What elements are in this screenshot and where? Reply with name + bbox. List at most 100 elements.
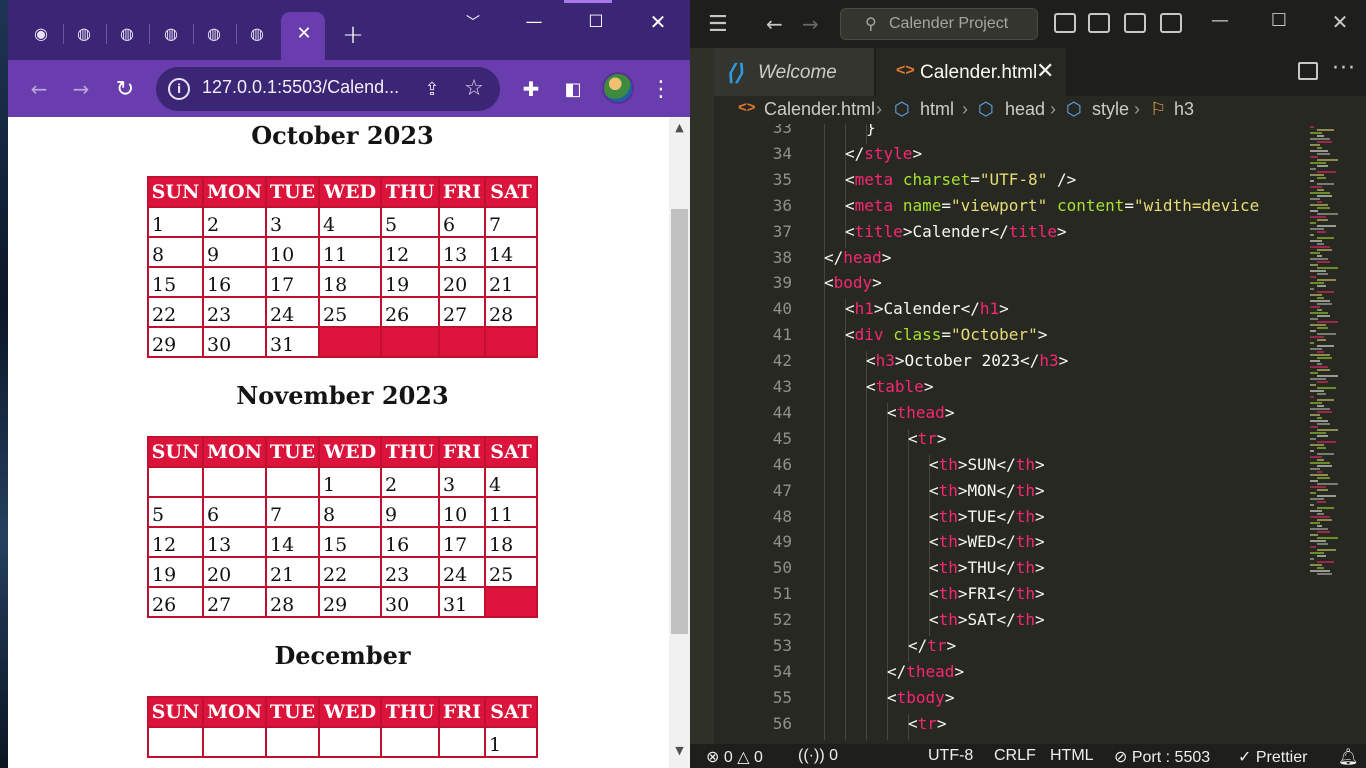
code-line[interactable]: 49 <th>WED</th> — [714, 532, 1324, 559]
toggle-primary-sidebar-icon[interactable] — [1054, 13, 1076, 33]
minimize-icon[interactable]: — — [514, 8, 554, 36]
weekday-header: TUE — [265, 176, 320, 208]
prettier-status[interactable]: ✓ Prettier — [1238, 747, 1307, 767]
code-line[interactable]: 34 </style> — [714, 143, 1324, 170]
tab-search-chevron-icon[interactable]: ﹀ — [453, 8, 493, 36]
code-line[interactable]: 47 <th>MON</th> — [714, 480, 1324, 507]
command-center-search[interactable]: ⚲ Calender Project — [840, 8, 1038, 40]
code-token: head — [843, 247, 882, 267]
tab-welcome[interactable]: ⟨⟩ Welcome — [714, 48, 874, 96]
day-cell: 28 — [265, 586, 320, 618]
code-line[interactable]: 54 </thead> — [714, 661, 1324, 688]
globe-tab-icon[interactable]: ◍ — [116, 22, 138, 44]
indent-guide — [845, 661, 846, 688]
problems-indicator[interactable]: ⊗ 0 △ 0 — [706, 747, 763, 767]
customize-layout-icon[interactable] — [1160, 13, 1182, 33]
code-line[interactable]: 39 <body> — [714, 273, 1324, 300]
scroll-up-arrow-icon[interactable]: ▲ — [673, 121, 686, 134]
forward-arrow-icon[interactable]: → — [66, 74, 96, 104]
close-tab-icon[interactable]: ✕ — [1036, 58, 1054, 84]
code-line[interactable]: 36 <meta name="viewport" content="width=d… — [714, 195, 1324, 222]
code-line[interactable]: 48 <th>TUE</th> — [714, 506, 1324, 533]
back-arrow-icon[interactable]: ← — [24, 74, 54, 104]
info-icon[interactable]: i — [168, 78, 190, 100]
encoding-status[interactable]: UTF-8 — [928, 747, 973, 765]
breadcrumb-item[interactable]: Calender.html — [764, 99, 875, 120]
scrollbar-thumb[interactable] — [671, 209, 688, 634]
code-line[interactable]: 53 </tr> — [714, 636, 1324, 662]
indent-guide — [845, 402, 846, 429]
language-status[interactable]: HTML — [1050, 747, 1094, 765]
toggle-secondary-sidebar-icon[interactable] — [1124, 13, 1146, 33]
more-actions-icon[interactable]: ··· — [1332, 56, 1356, 81]
puzzle-icon[interactable]: ✚ — [516, 74, 546, 104]
toggle-panel-icon[interactable] — [1088, 13, 1110, 33]
hamburger-menu-icon[interactable]: ☰ — [708, 12, 734, 37]
minimap-line — [1317, 573, 1332, 575]
code-line[interactable]: 35 <meta charset="UTF-8" /> — [714, 169, 1324, 196]
bell-icon[interactable]: 🔔︎ — [1338, 747, 1358, 767]
breadcrumb-item[interactable]: style — [1092, 99, 1129, 120]
address-bar[interactable]: i 127.0.0.1:5503/Calend... ⇪ ☆ — [156, 67, 500, 111]
code-line[interactable]: 55 <tbody> — [714, 687, 1324, 714]
avatar[interactable] — [602, 72, 634, 104]
search-label[interactable]: Calender Project — [889, 15, 1008, 33]
back-arrow-icon[interactable]: ← — [766, 12, 790, 36]
minimap-line — [1317, 315, 1330, 317]
code-editor[interactable]: 33} 34 </style> 35 <meta charset="UTF-8" /> 3… — [714, 124, 1324, 744]
day-cell — [202, 726, 267, 758]
new-tab-button[interactable]: + — [340, 20, 366, 50]
code-line[interactable]: 56 <tr> — [714, 713, 1324, 740]
breadcrumb-item[interactable]: head — [1005, 99, 1045, 120]
eol-status[interactable]: CRLF — [994, 747, 1036, 765]
side-panel-icon[interactable]: ◧ — [558, 74, 588, 104]
split-editor-icon[interactable] — [1298, 62, 1318, 80]
ports-indicator[interactable]: ((·)) 0 — [798, 747, 838, 765]
code-token: < — [845, 169, 855, 189]
live-server-status[interactable]: ⊘ Port : 5503 — [1114, 747, 1210, 767]
code-line[interactable]: 33} — [714, 124, 1324, 144]
breadcrumb-item[interactable]: html — [920, 99, 954, 120]
close-window-icon[interactable]: ✕ — [1325, 10, 1355, 38]
maximize-icon[interactable]: ☐ — [576, 8, 616, 36]
breadcrumb-item[interactable]: h3 — [1174, 99, 1194, 120]
globe-tab-icon[interactable]: ◍ — [246, 22, 268, 44]
code-line[interactable]: 38 </head> — [714, 247, 1324, 274]
minimap-line — [1317, 183, 1334, 185]
code-line[interactable]: 40 <h1>Calender</h1> — [714, 299, 1324, 326]
code-line[interactable]: 50 <th>THU</th> — [714, 558, 1324, 585]
forward-arrow-icon[interactable]: → — [802, 12, 826, 36]
maximize-icon[interactable]: ☐ — [1264, 10, 1294, 38]
tab-label[interactable]: Welcome — [758, 62, 837, 84]
reload-icon[interactable]: ↻ — [110, 74, 140, 104]
code-line[interactable]: 46 <th>SUN</th> — [714, 454, 1324, 481]
code-line[interactable]: 43 <table> — [714, 377, 1324, 403]
share-icon[interactable]: ⇪ — [420, 77, 444, 101]
star-icon[interactable]: ☆ — [462, 76, 486, 101]
globe-tab-icon[interactable]: ◍ — [203, 22, 225, 44]
code-token: < — [845, 195, 855, 215]
code-line[interactable]: 45 <tr> — [714, 428, 1324, 455]
tab-calender-html[interactable]: <> Calender.html ✕ — [876, 48, 1066, 96]
tab-label[interactable]: Calender.html — [920, 62, 1037, 84]
kebab-menu-icon[interactable]: ⋮ — [646, 74, 676, 104]
day-cell: 18 — [484, 526, 538, 558]
code-line[interactable]: 41 <div class="October"> — [714, 325, 1324, 352]
minimap[interactable] — [1300, 124, 1366, 744]
close-tab-icon[interactable]: ✕ — [293, 22, 315, 44]
scroll-down-arrow-icon[interactable]: ▼ — [673, 744, 686, 757]
code-line[interactable]: 37 <title>Calender</title> — [714, 221, 1324, 248]
code-line[interactable]: 51 <th>FRI</th> — [714, 584, 1324, 611]
vertical-scrollbar[interactable]: ▲ ▼ — [669, 117, 690, 768]
globe-tab-icon[interactable]: ◍ — [160, 22, 182, 44]
close-window-icon[interactable]: ✕ — [638, 8, 678, 36]
code-token: < — [866, 377, 876, 396]
code-line[interactable]: 44 <thead> — [714, 402, 1324, 429]
code-line[interactable]: 42 <h3>October 2023</h3> — [714, 351, 1324, 378]
globe-tab-icon[interactable]: ◍ — [73, 22, 95, 44]
minimize-icon[interactable]: — — [1205, 10, 1235, 38]
minimap-line — [1310, 186, 1322, 188]
url-text[interactable]: 127.0.0.1:5503/Calend... — [202, 77, 399, 98]
chrome-tab-icon[interactable]: ◉ — [30, 22, 52, 44]
code-line[interactable]: 52 <th>SAT</th> — [714, 610, 1324, 637]
